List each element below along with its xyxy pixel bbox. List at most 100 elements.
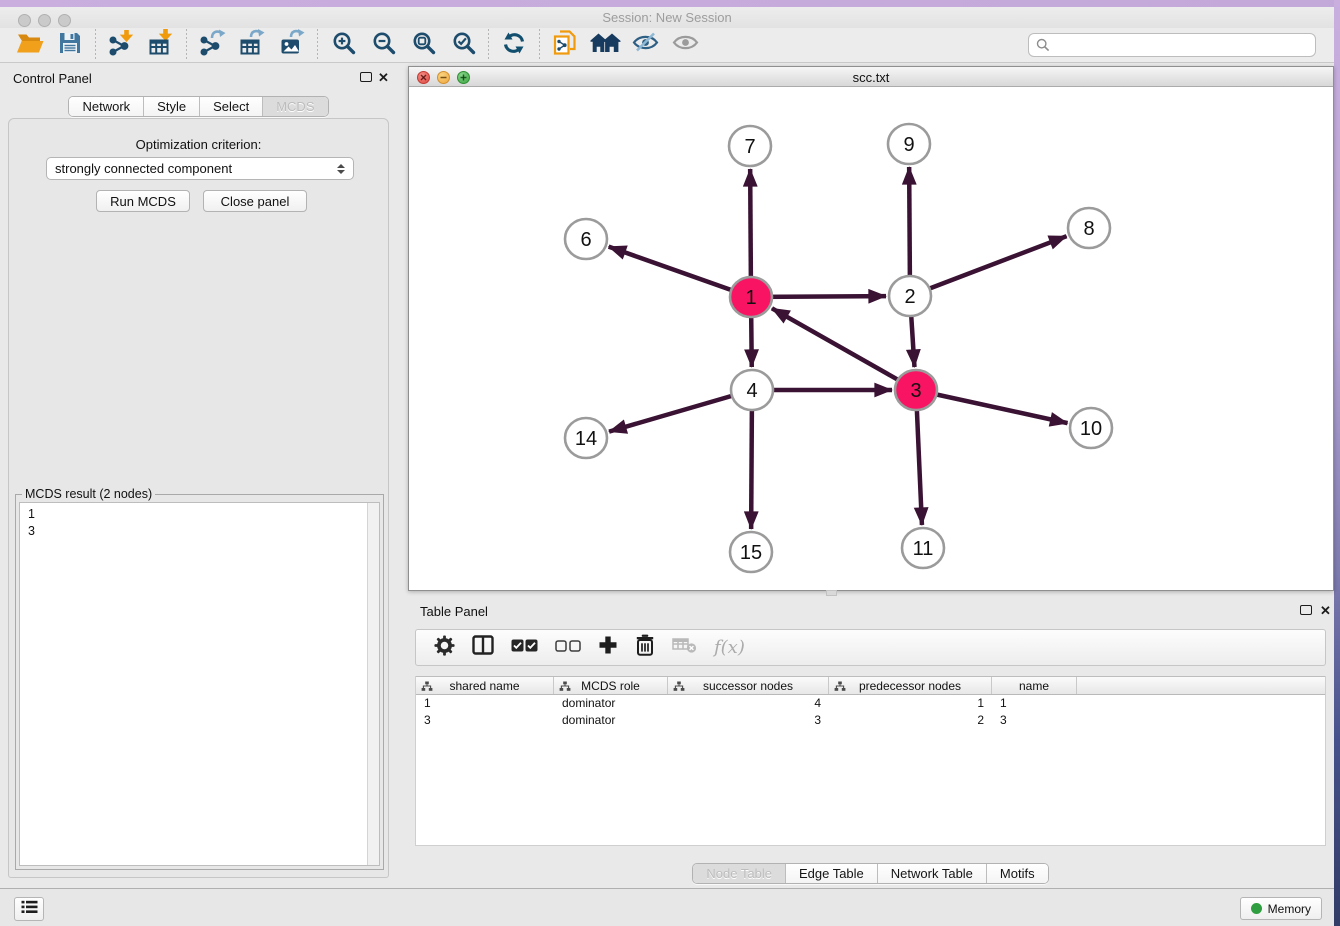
- cell-shared-name[interactable]: 1: [416, 695, 554, 712]
- float-panel-icon[interactable]: [1300, 605, 1312, 615]
- table-toolbar: f(x): [415, 629, 1326, 666]
- svg-text:9: 9: [903, 134, 914, 156]
- list-icon: [21, 900, 38, 919]
- checked-boxes-icon: [511, 639, 538, 657]
- edge-2-8[interactable]: [910, 236, 1067, 296]
- cell-filler: [1077, 712, 1325, 729]
- cell-name[interactable]: 3: [992, 712, 1077, 729]
- zoom-in-button[interactable]: [323, 29, 363, 62]
- hide-panels-button[interactable]: [625, 29, 665, 62]
- delete-table-button-disabled: [672, 637, 697, 658]
- criterion-selected-value: strongly connected component: [55, 161, 337, 176]
- run-mcds-button[interactable]: Run MCDS: [96, 190, 190, 212]
- node-table: shared name MCDS role successor nodes pr…: [415, 676, 1326, 846]
- graph-node-15[interactable]: 15: [730, 532, 772, 572]
- cell-successor-nodes[interactable]: 3: [668, 712, 829, 729]
- table-panel: Table Panel ✕ f(x) shared name: [407, 596, 1334, 888]
- show-panels-button[interactable]: [665, 29, 705, 62]
- network-view-window: scc.txt 7968124314101511: [408, 66, 1334, 591]
- window-title: Session: New Session: [0, 10, 1334, 25]
- import-network-button[interactable]: [101, 29, 141, 62]
- control-panel-header: Control Panel ✕: [0, 63, 397, 91]
- eye-slash-icon: [632, 32, 659, 58]
- svg-text:7: 7: [744, 136, 755, 158]
- select-all-button[interactable]: [511, 639, 538, 657]
- task-history-button[interactable]: [14, 897, 44, 921]
- cell-predecessor-nodes[interactable]: 2: [829, 712, 992, 729]
- zoom-fit-button[interactable]: [403, 29, 443, 62]
- edge-3-10[interactable]: [916, 390, 1068, 423]
- import-table-button[interactable]: [141, 29, 181, 62]
- criterion-select[interactable]: strongly connected component: [46, 157, 354, 180]
- result-scrollbar[interactable]: [367, 503, 379, 865]
- save-session-button[interactable]: [50, 29, 90, 62]
- graph-node-1[interactable]: 1: [730, 277, 772, 317]
- column-header-shared-name[interactable]: shared name: [416, 677, 554, 694]
- export-network-button[interactable]: [192, 29, 232, 62]
- reset-view-button[interactable]: [585, 29, 625, 62]
- tab-mcds[interactable]: MCDS: [263, 97, 327, 116]
- graph-node-11[interactable]: 11: [902, 528, 944, 568]
- column-header-name[interactable]: name: [992, 677, 1077, 694]
- tab-network-table[interactable]: Network Table: [878, 864, 987, 883]
- cell-successor-nodes[interactable]: 4: [668, 695, 829, 712]
- zoom-out-button[interactable]: [363, 29, 403, 62]
- close-panel-icon[interactable]: ✕: [378, 70, 389, 86]
- column-layout-button[interactable]: [472, 635, 494, 660]
- graph-node-6[interactable]: 6: [565, 219, 607, 259]
- tab-edge-table[interactable]: Edge Table: [786, 864, 878, 883]
- table-row[interactable]: 3 dominator 3 2 3: [416, 712, 1325, 729]
- table-settings-button[interactable]: [434, 635, 455, 661]
- export-image-button[interactable]: [272, 29, 312, 62]
- horizontal-splitter[interactable]: [407, 591, 1334, 595]
- tab-select[interactable]: Select: [200, 97, 263, 116]
- svg-text:14: 14: [575, 428, 597, 450]
- zoom-selected-button[interactable]: [443, 29, 483, 62]
- cell-mcds-role[interactable]: dominator: [554, 695, 668, 712]
- graph-node-7[interactable]: 7: [729, 126, 771, 166]
- column-header-predecessor-nodes[interactable]: predecessor nodes: [829, 677, 992, 694]
- close-panel-icon[interactable]: ✕: [1320, 603, 1331, 619]
- tab-node-table[interactable]: Node Table: [693, 864, 786, 883]
- tab-motifs[interactable]: Motifs: [987, 864, 1048, 883]
- tab-style[interactable]: Style: [144, 97, 200, 116]
- graph-node-2[interactable]: 2: [889, 276, 931, 316]
- toolbar-separator: [539, 29, 540, 61]
- app-window: Session: New Session: [0, 7, 1334, 926]
- graph-node-14[interactable]: 14: [565, 418, 607, 458]
- graph-node-4[interactable]: 4: [731, 370, 773, 410]
- graph-node-8[interactable]: 8: [1068, 208, 1110, 248]
- clone-network-button[interactable]: [545, 29, 585, 62]
- tab-network[interactable]: Network: [69, 97, 144, 116]
- column-header-mcds-role[interactable]: MCDS role: [554, 677, 668, 694]
- graph-node-3[interactable]: 3: [895, 370, 937, 410]
- cell-mcds-role[interactable]: dominator: [554, 712, 668, 729]
- cell-shared-name[interactable]: 3: [416, 712, 554, 729]
- export-table-button[interactable]: [232, 29, 272, 62]
- graph-node-9[interactable]: 9: [888, 124, 930, 164]
- search-field-wrap: [1028, 33, 1316, 57]
- cell-predecessor-nodes[interactable]: 1: [829, 695, 992, 712]
- cell-name[interactable]: 1: [992, 695, 1077, 712]
- add-row-button[interactable]: [598, 635, 618, 660]
- table-row[interactable]: 1 dominator 4 1 1: [416, 695, 1325, 712]
- network-canvas[interactable]: 7 9 6 8 1 2 4 3 14 10 15 11: [409, 87, 1333, 590]
- close-panel-button[interactable]: Close panel: [203, 190, 307, 212]
- edge-4-14[interactable]: [609, 390, 752, 432]
- deselect-all-button[interactable]: [555, 639, 581, 657]
- open-file-button[interactable]: [10, 29, 50, 62]
- cell-filler: [1077, 695, 1325, 712]
- edge-1-6[interactable]: [609, 247, 751, 297]
- network-graph[interactable]: 7 9 6 8 1 2 4 3 14 10 15 11: [409, 87, 1333, 590]
- memory-button[interactable]: Memory: [1240, 897, 1322, 920]
- delete-row-button[interactable]: [635, 634, 655, 661]
- mcds-result-textarea[interactable]: 1 3: [19, 502, 380, 866]
- float-panel-icon[interactable]: [360, 72, 372, 82]
- column-header-successor-nodes[interactable]: successor nodes: [668, 677, 829, 694]
- hierarchy-icon: [559, 681, 571, 695]
- apply-layout-button[interactable]: [494, 29, 534, 62]
- toolbar-separator: [317, 29, 318, 61]
- edge-3-1[interactable]: [772, 308, 916, 390]
- search-input[interactable]: [1028, 33, 1316, 57]
- graph-node-10[interactable]: 10: [1070, 408, 1112, 448]
